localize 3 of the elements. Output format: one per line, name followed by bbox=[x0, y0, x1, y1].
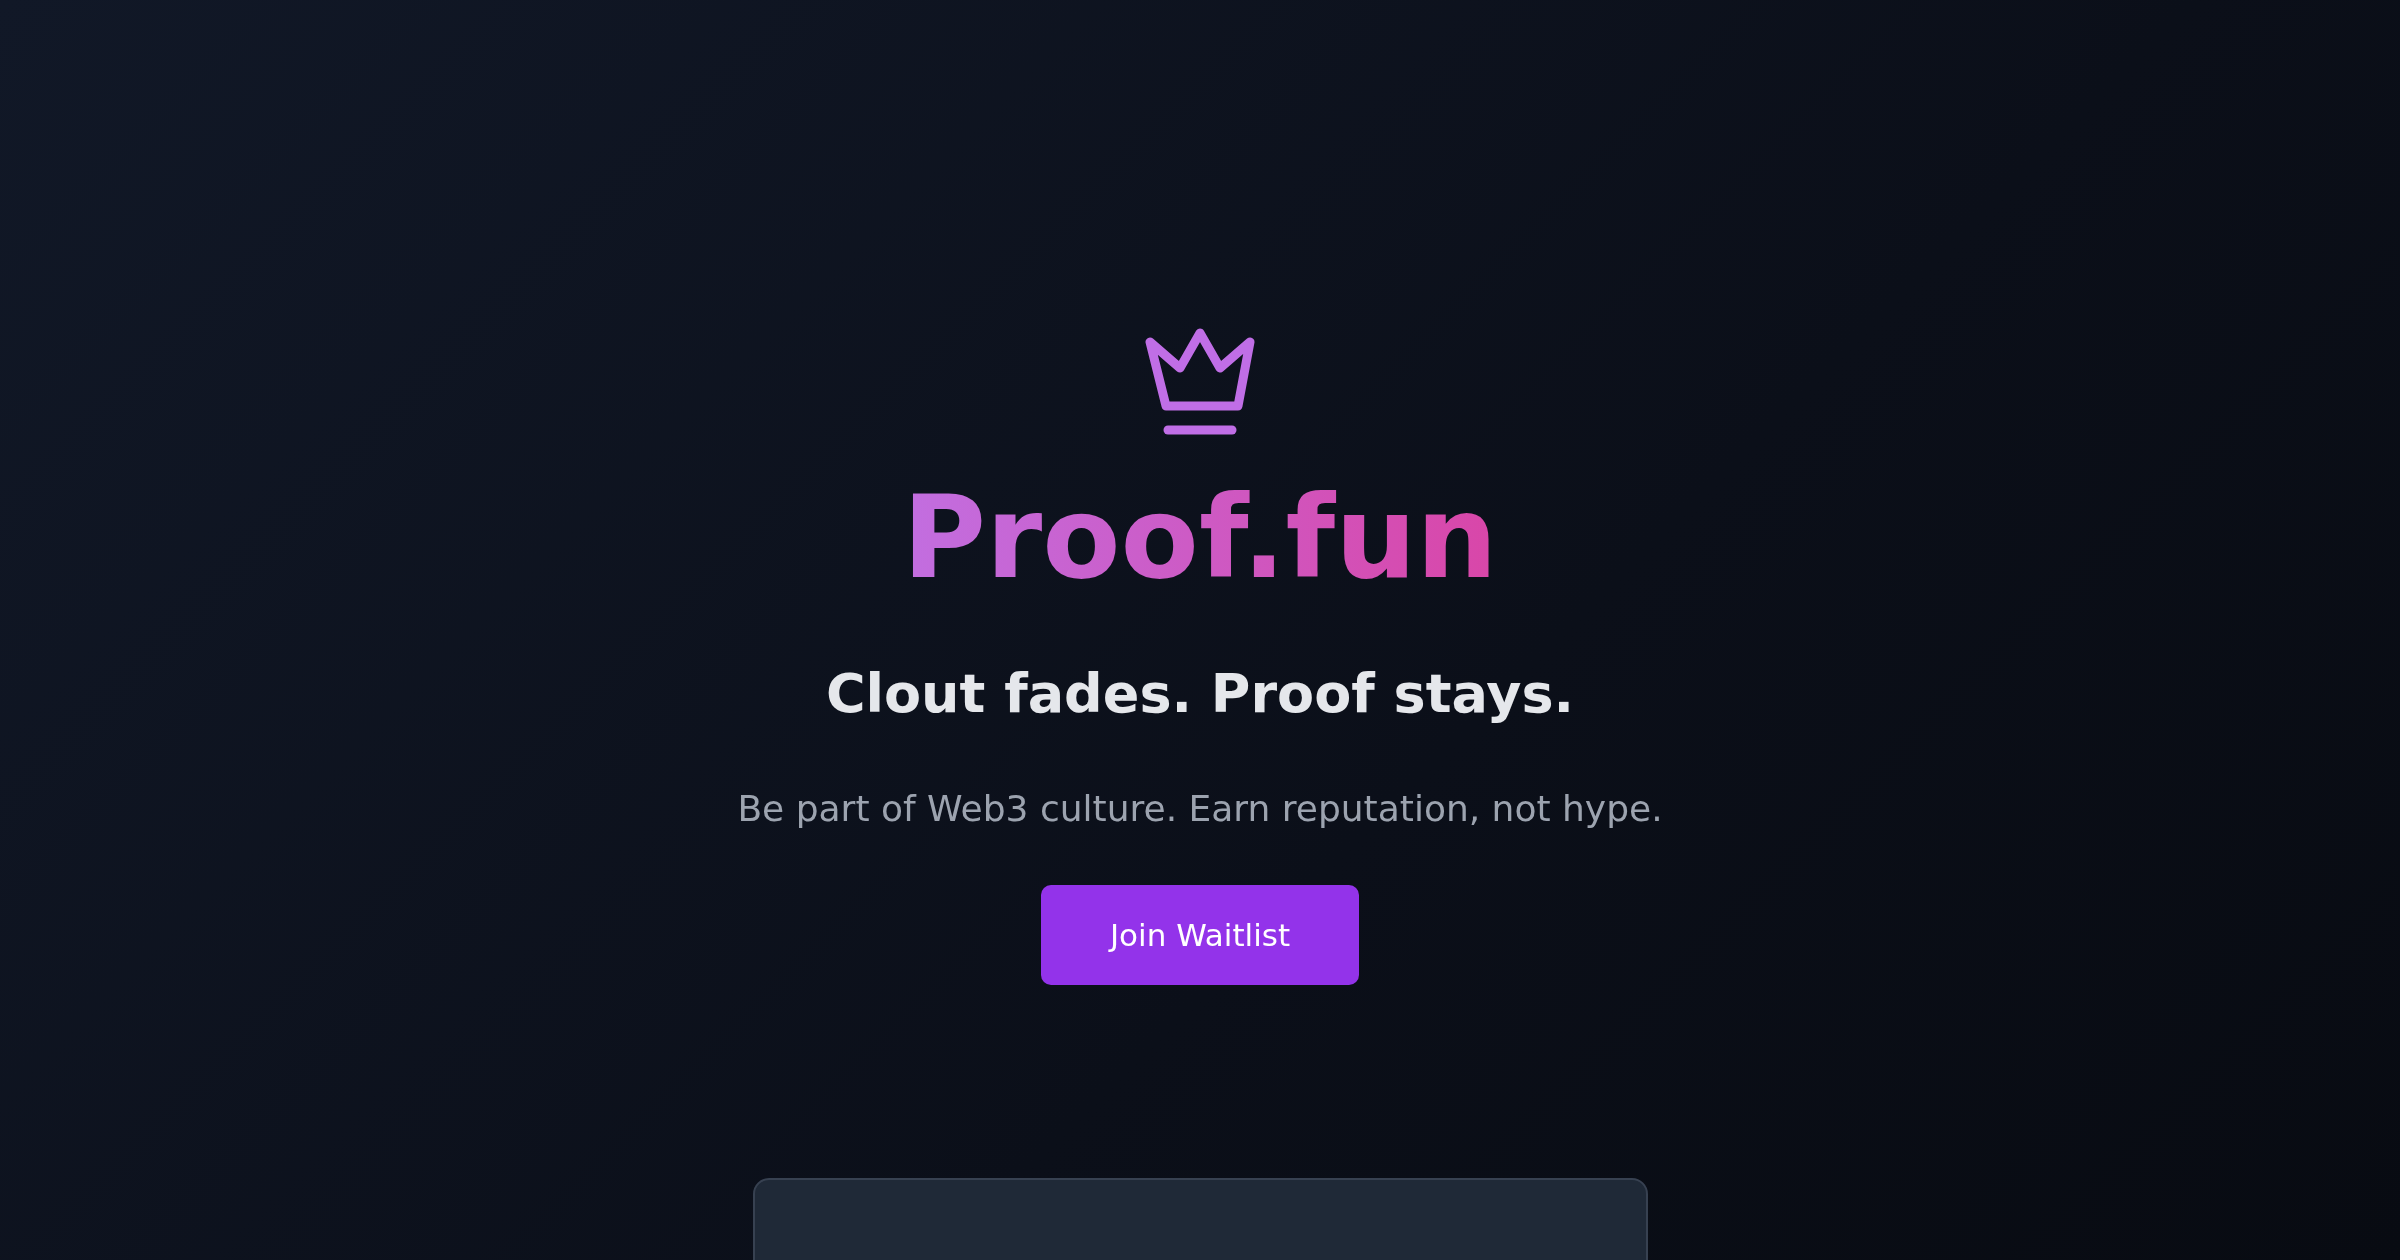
join-waitlist-button[interactable]: Join Waitlist bbox=[1041, 884, 1359, 985]
description: Be part of Web3 culture. Earn reputation, not hype. bbox=[737, 786, 1663, 830]
tagline: Clout fades. Proof stays. bbox=[825, 661, 1575, 727]
